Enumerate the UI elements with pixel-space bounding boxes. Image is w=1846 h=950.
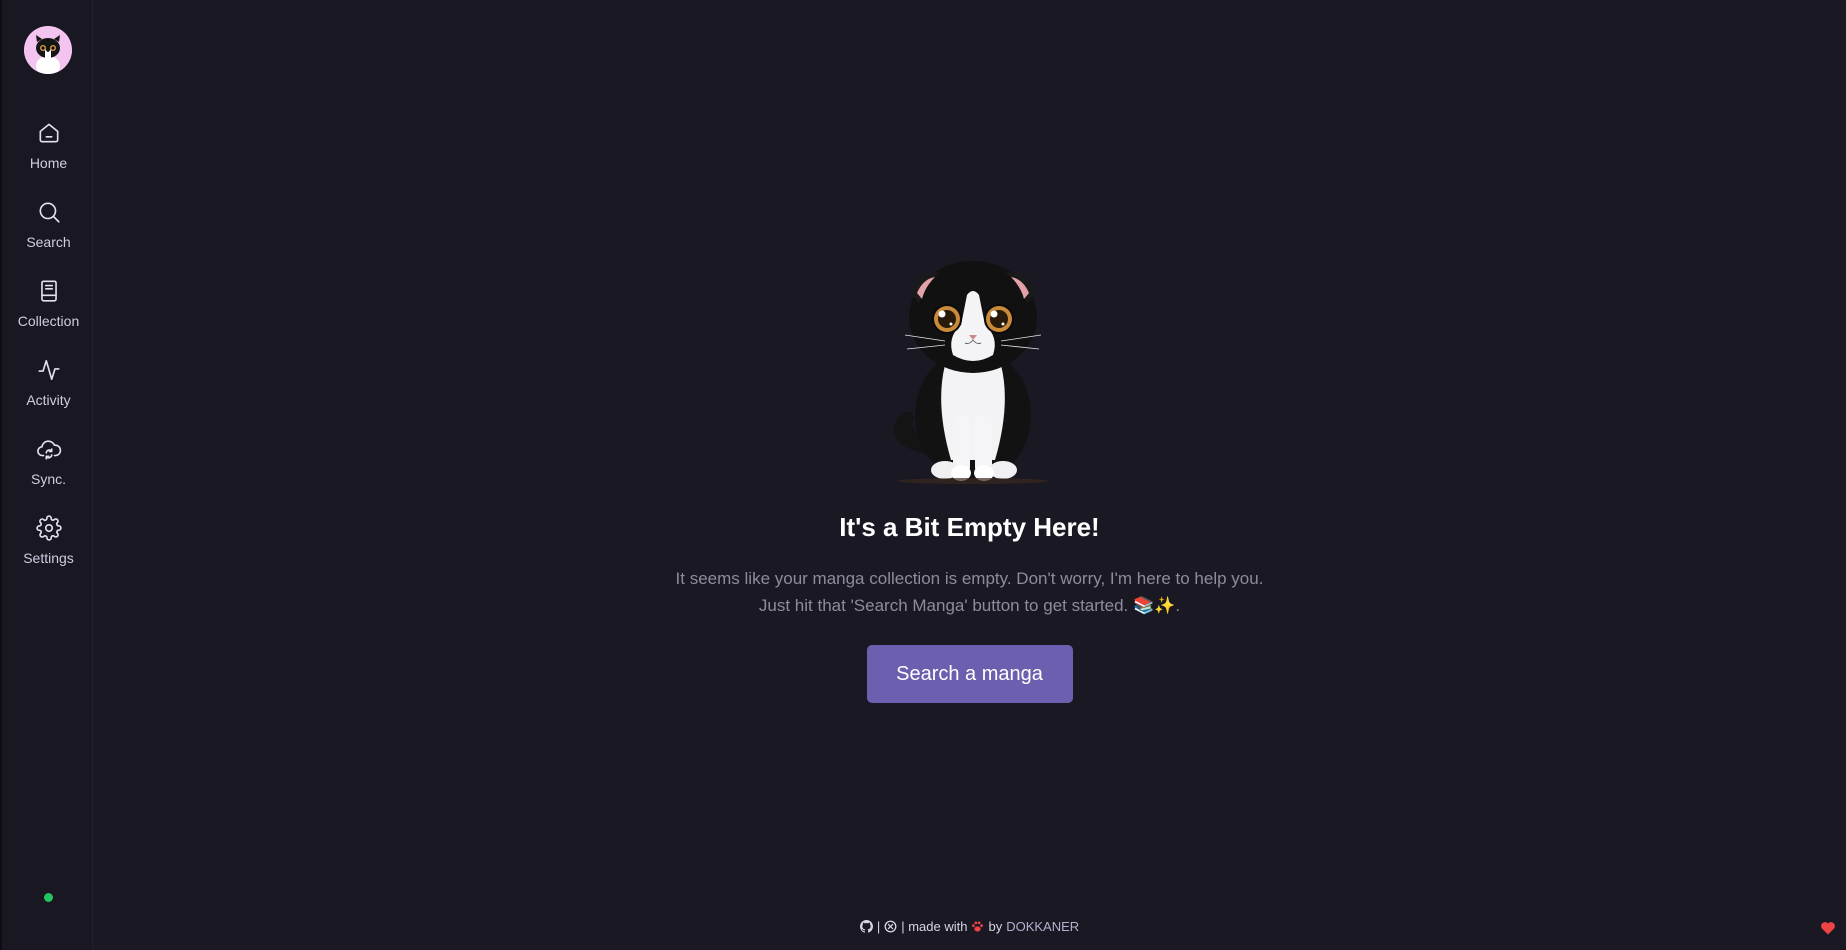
home-icon <box>36 120 62 146</box>
empty-state: It's a Bit Empty Here! It seems like you… <box>93 255 1846 703</box>
footer-by: by <box>988 919 1003 934</box>
sidebar-item-settings[interactable]: Settings <box>2 515 95 579</box>
sidebar-item-label: Activity <box>26 392 71 408</box>
sidebar-item-label: Sync. <box>30 471 66 487</box>
main-content: It's a Bit Empty Here! It seems like you… <box>93 0 1846 950</box>
sidebar-item-activity[interactable]: Activity <box>2 357 95 421</box>
app-root: Home Search Collection Activity Sync. Se… <box>0 0 1846 950</box>
page-title: It's a Bit Empty Here! <box>839 512 1100 542</box>
sidebar-item-sync[interactable]: Sync. <box>2 436 95 500</box>
book-icon <box>36 278 62 304</box>
activity-icon <box>36 357 62 383</box>
footer-made-with: | made with <box>901 919 968 934</box>
sidebar-item-label: Settings <box>23 550 74 566</box>
sidebar-item-label: Search <box>26 234 71 250</box>
heart-icon[interactable] <box>1820 920 1836 936</box>
sidebar-item-collection[interactable]: Collection <box>2 278 95 342</box>
connection-status-dot <box>44 893 53 902</box>
search-manga-button[interactable]: Search a manga <box>866 645 1073 703</box>
scottish-fold-cat-illustration <box>875 255 1065 485</box>
cat-avatar-logo-icon[interactable] <box>24 26 72 74</box>
description-line: Just hit that 'Search Manga' button to g… <box>758 596 1181 615</box>
sidebar-item-label: Collection <box>17 313 80 329</box>
description-line: It seems like your manga collection is e… <box>675 569 1264 588</box>
sidebar-item-label: Home <box>29 155 68 171</box>
gear-icon <box>35 515 62 541</box>
cloud-sync-icon <box>36 436 62 462</box>
empty-state-description: It seems like your manga collection is e… <box>676 565 1264 619</box>
paw-icon <box>971 920 984 933</box>
sidebar-item-home[interactable]: Home <box>2 120 95 184</box>
open-collective-icon[interactable] <box>884 920 897 933</box>
footer: | | made with by DOKKANER <box>93 919 1846 934</box>
sidebar: Home Search Collection Activity Sync. Se… <box>0 0 93 950</box>
search-icon <box>36 199 62 225</box>
sidebar-item-search[interactable]: Search <box>2 199 95 263</box>
author-link[interactable]: DOKKANER <box>1006 919 1079 934</box>
github-icon[interactable] <box>859 920 873 933</box>
footer-separator: | <box>876 919 881 934</box>
